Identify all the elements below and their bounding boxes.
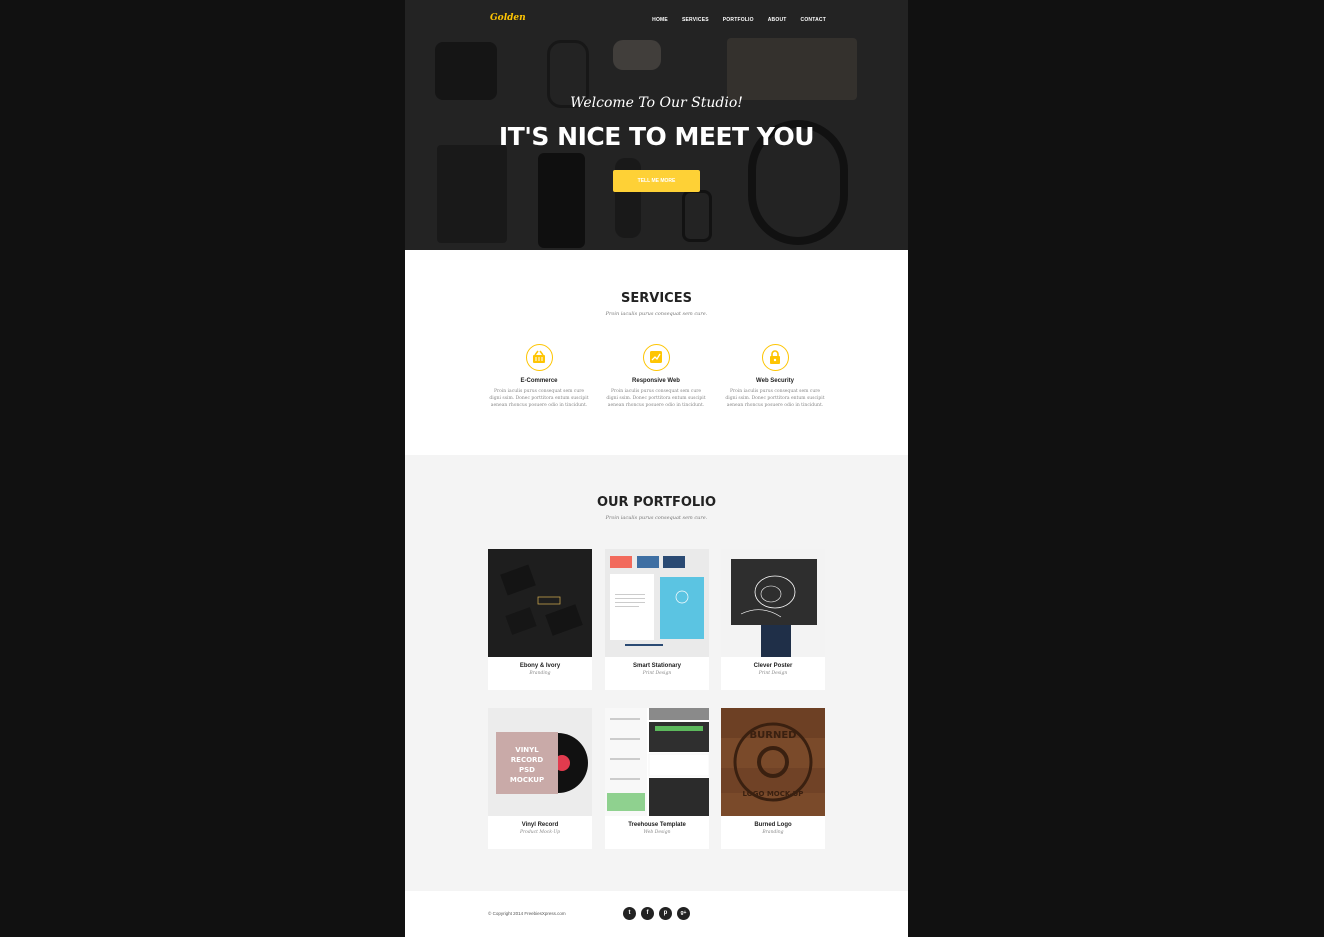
services-title: SERVICES <box>621 291 692 306</box>
chart-screen-icon <box>642 344 670 371</box>
vinyl-text-2: RECORD <box>511 756 544 764</box>
copyright-text: © Copyright 2014 FreebiesXpress.com <box>488 911 566 916</box>
vinyl-record-image: VINYL RECORD PSD MOCKUP <box>488 708 592 816</box>
portfolio-item-category: Print Design <box>758 671 788 676</box>
service-description: Proin iaculis purus consequat sem cure d… <box>489 389 589 408</box>
portfolio-item-title: Burned Logo <box>754 822 792 828</box>
twitter-icon[interactable]: t <box>623 907 636 920</box>
portfolio-item-title: Ebony & Ivory <box>519 663 561 669</box>
shopping-basket-icon <box>525 344 553 371</box>
tell-me-more-button[interactable]: TELL ME MORE <box>613 170 700 192</box>
nav-item-portfolio[interactable]: PORTFOLIO <box>723 17 754 23</box>
portfolio-item-burned-logo[interactable]: BURNED LOGO MOCK-UP Burned Logo Branding <box>721 708 825 849</box>
logo[interactable]: Golden <box>490 13 526 23</box>
smart-stationary-image <box>605 549 709 657</box>
treehouse-template-image <box>605 708 709 816</box>
clever-poster-image <box>721 549 825 657</box>
google-plus-icon[interactable]: g+ <box>677 907 690 920</box>
nav-item-about[interactable]: ABOUT <box>768 17 787 23</box>
portfolio-title: OUR PORTFOLIO <box>596 495 717 510</box>
service-description: Proin iaculis purus consequat sem cure d… <box>725 389 825 408</box>
portfolio-item-title: Clever Poster <box>753 663 793 669</box>
services-subtitle: Proin iaculis purus consequat sem cure. <box>605 311 708 317</box>
ebony-ivory-image <box>488 549 592 657</box>
nav-item-services[interactable]: SERVICES <box>682 17 709 23</box>
vinyl-text-3: PSD <box>519 766 535 774</box>
portfolio-item-category: Web Design <box>643 830 671 835</box>
portfolio-item-treehouse-template[interactable]: Treehouse Template Web Design <box>605 708 709 849</box>
burned-logo-image: BURNED LOGO MOCK-UP <box>721 708 825 816</box>
service-name: Responsive Web <box>632 378 680 384</box>
nav-item-home[interactable]: HOME <box>652 17 668 23</box>
hero-title: IT'S NICE TO MEET YOU <box>498 122 815 151</box>
service-responsive-web: Responsive Web Proin iaculis purus conse… <box>606 344 706 409</box>
service-web-security: Web Security Proin iaculis purus consequ… <box>725 344 825 409</box>
vinyl-text-1: VINYL <box>515 746 539 754</box>
portfolio-item-category: Branding <box>529 671 551 676</box>
lock-icon <box>761 344 789 371</box>
service-ecommerce: E-Commerce Proin iaculis purus consequat… <box>489 344 589 409</box>
portfolio-item-category: Print Design <box>642 671 672 676</box>
portfolio-item-title: Smart Stationary <box>632 663 681 669</box>
portfolio-item-category: Product Mock-Up <box>519 830 561 835</box>
portfolio-section: OUR PORTFOLIO Proin iaculis purus conseq… <box>405 455 908 891</box>
portfolio-item-title: Treehouse Template <box>628 822 686 828</box>
footer: © Copyright 2014 FreebiesXpress.com t f … <box>405 891 908 937</box>
landing-page: Golden HOME SERVICES PORTFOLIO ABOUT CON… <box>405 0 908 937</box>
nav-item-contact[interactable]: CONTACT <box>801 17 826 23</box>
main-nav: HOME SERVICES PORTFOLIO ABOUT CONTACT <box>652 17 826 23</box>
burned-text-1: BURNED <box>750 730 797 741</box>
service-name: E-Commerce <box>520 378 558 384</box>
pinterest-icon[interactable]: p <box>659 907 672 920</box>
service-description: Proin iaculis purus consequat sem cure d… <box>606 389 706 408</box>
portfolio-item-ebony-ivory[interactable]: Ebony & Ivory Branding <box>488 549 592 690</box>
portfolio-item-category: Branding <box>762 830 784 835</box>
portfolio-item-smart-stationary[interactable]: Smart Stationary Print Design <box>605 549 709 690</box>
portfolio-subtitle: Proin iaculis purus consequat sem cure. <box>605 515 708 521</box>
vinyl-text-4: MOCKUP <box>510 776 544 784</box>
burned-text-2: LOGO MOCK-UP <box>743 790 804 798</box>
portfolio-item-title: Vinyl Record <box>521 822 559 828</box>
hero-section: Golden HOME SERVICES PORTFOLIO ABOUT CON… <box>405 0 908 250</box>
service-name: Web Security <box>756 378 794 384</box>
portfolio-item-clever-poster[interactable]: Clever Poster Print Design <box>721 549 825 690</box>
hero-subtitle: Welcome To Our Studio! <box>570 95 743 111</box>
facebook-icon[interactable]: f <box>641 907 654 920</box>
portfolio-item-vinyl-record[interactable]: VINYL RECORD PSD MOCKUP Vinyl Record Pro… <box>488 708 592 849</box>
